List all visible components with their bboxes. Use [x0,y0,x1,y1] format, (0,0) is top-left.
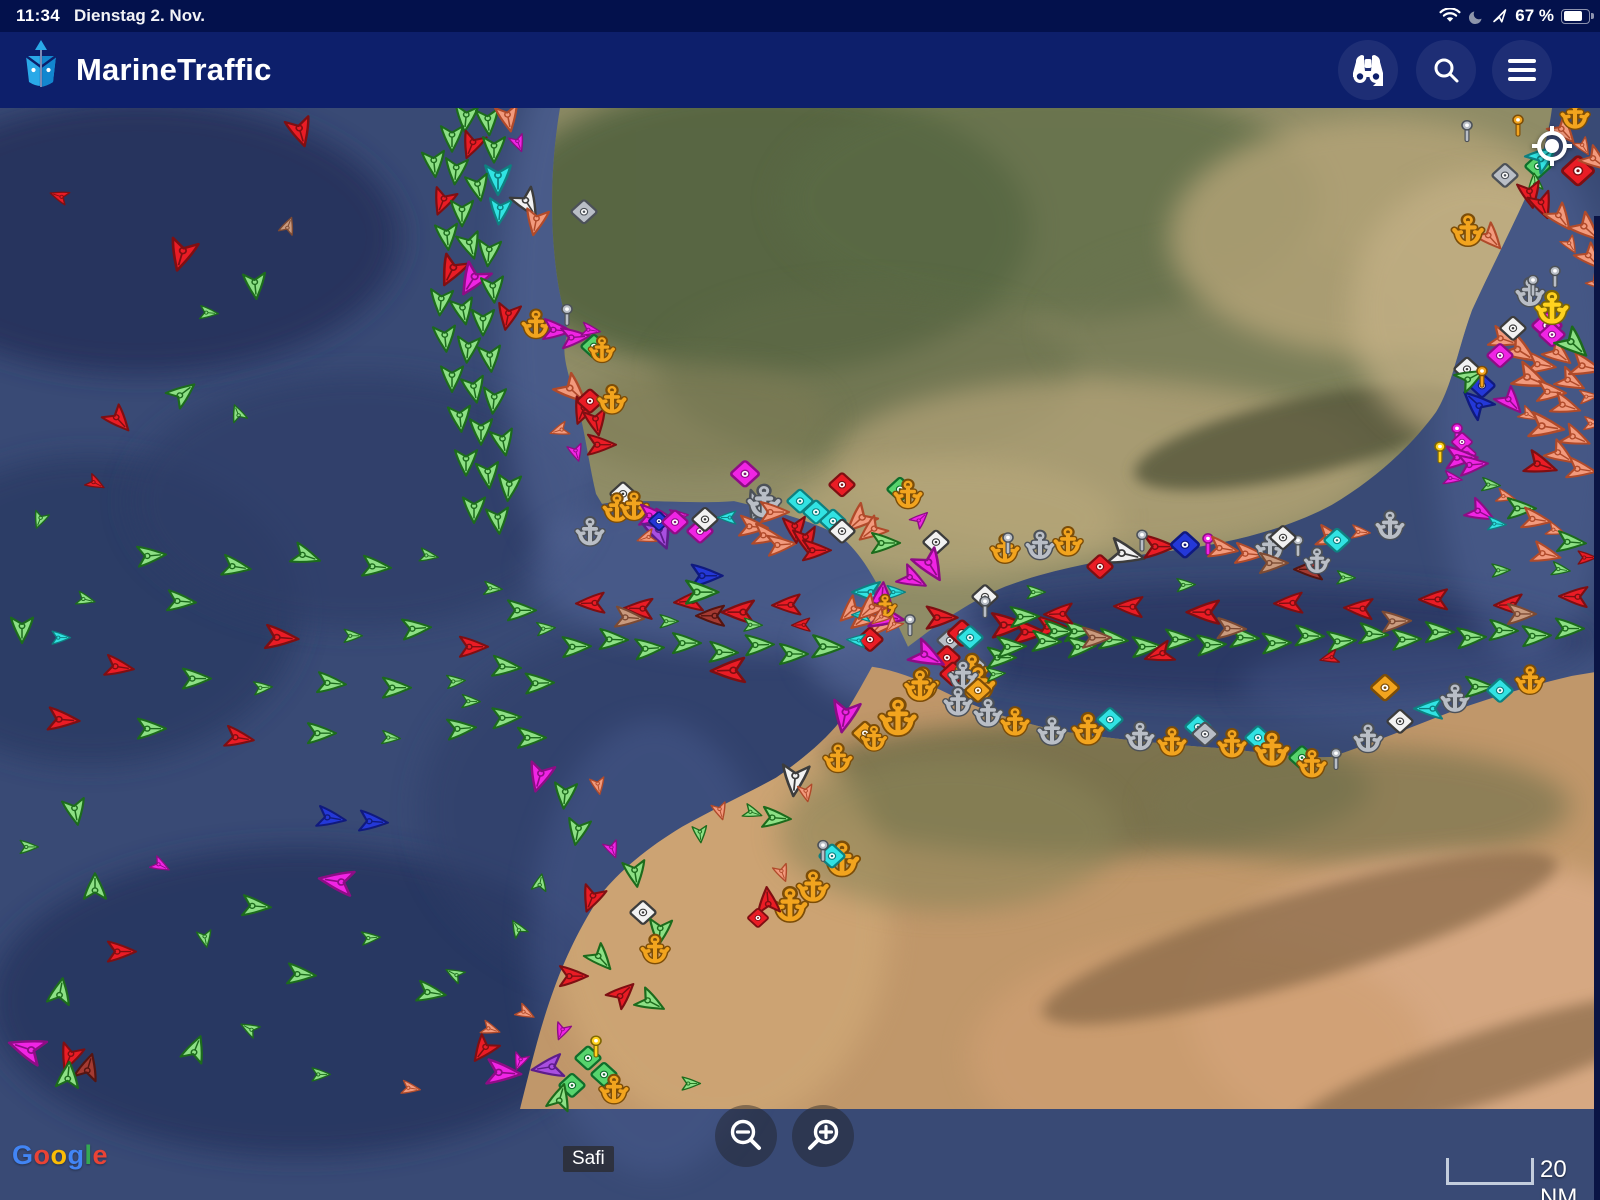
google-logo-letter: o [34,1140,51,1170]
moon-icon [1468,8,1485,25]
hamburger-menu-icon [1507,58,1537,82]
ios-status-bar: 11:34 Dienstag 2. Nov. 67 % [0,0,1600,32]
map-canvas[interactable] [0,108,1600,1200]
google-logo-letter: G [12,1140,34,1170]
google-logo-letter: o [51,1140,68,1170]
zoom-in-button[interactable] [792,1105,854,1167]
locate-me-button[interactable] [1530,124,1574,168]
search-button[interactable] [1416,40,1476,100]
zoom-out-magnifier-icon [727,1117,765,1155]
zoom-out-button[interactable] [715,1105,777,1167]
wifi-icon [1439,8,1461,24]
battery-percent: 67 % [1515,6,1554,26]
search-icon [1431,55,1461,85]
battery-icon [1561,9,1590,24]
binoculars-icon [1350,53,1386,87]
status-indicators: 67 % [1439,6,1590,26]
marinetraffic-ship-logo [16,40,66,100]
app-title: MarineTraffic [76,52,272,88]
status-date: Dienstag 2. Nov. [74,6,205,26]
map-scale-label: 20 NM [1540,1156,1600,1200]
my-fleet-button[interactable] [1338,40,1398,100]
status-time: 11:34 [16,6,60,26]
marinetraffic-app: { "status_bar": { "time": "11:34", "date… [0,0,1600,1200]
map-scale-bar [1446,1158,1534,1185]
map-edge-right [1594,216,1600,1200]
menu-button[interactable] [1492,40,1552,100]
app-header: MarineTraffic [0,32,1600,108]
google-logo-letter: l [85,1140,93,1170]
google-logo-letter: e [93,1140,109,1170]
satellite-map [0,108,1600,1200]
zoom-in-magnifier-icon [804,1117,842,1155]
google-attribution: Google [12,1140,108,1171]
google-logo-letter: g [68,1140,85,1170]
location-arrow-icon [1492,8,1508,24]
place-label-safi: Safi [563,1146,614,1172]
